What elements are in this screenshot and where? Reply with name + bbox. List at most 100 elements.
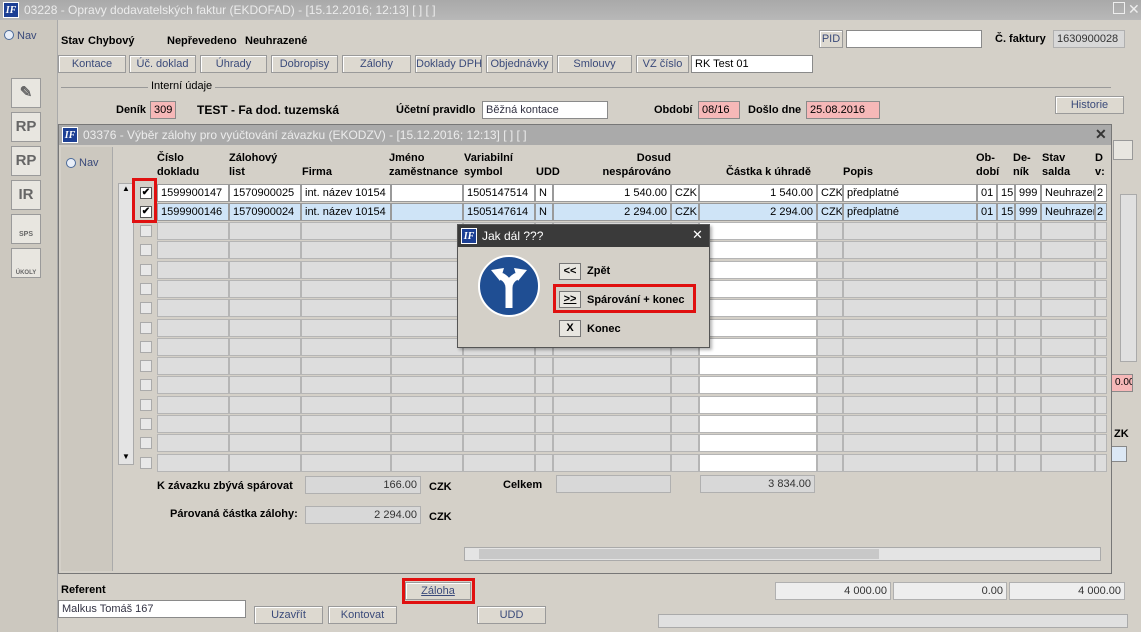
- empty-cell[interactable]: [817, 318, 843, 337]
- empty-cell[interactable]: [1015, 434, 1041, 453]
- empty-cell[interactable]: [1041, 260, 1095, 279]
- row-checkbox[interactable]: [140, 225, 152, 237]
- zalohy-button[interactable]: Zálohy: [342, 55, 411, 73]
- empty-cell[interactable]: [997, 376, 1015, 395]
- empty-cell[interactable]: [229, 260, 301, 279]
- empty-cell[interactable]: [391, 395, 463, 414]
- empty-cell[interactable]: [977, 318, 997, 337]
- cell-udd[interactable]: N: [535, 184, 553, 202]
- cell-cislo-dokladu[interactable]: 1599900146: [157, 203, 229, 221]
- empty-cell[interactable]: [1095, 434, 1107, 453]
- row-checkbox[interactable]: [140, 282, 152, 295]
- kontace-button[interactable]: Kontace: [58, 55, 126, 73]
- empty-cell[interactable]: [1041, 434, 1095, 453]
- empty-cell[interactable]: [157, 434, 229, 453]
- empty-cell[interactable]: [699, 453, 817, 472]
- empty-cell[interactable]: [157, 318, 229, 337]
- cell-stav-salda[interactable]: Neuhrazen: [1041, 184, 1095, 202]
- scroll-down-icon[interactable]: ▼: [119, 452, 133, 464]
- empty-cell[interactable]: [1015, 337, 1041, 356]
- uzavrit-button[interactable]: Uzavřít: [254, 606, 323, 624]
- bottom-scrollbar[interactable]: [658, 614, 1128, 628]
- empty-cell[interactable]: [553, 357, 671, 376]
- empty-cell[interactable]: [1041, 337, 1095, 356]
- empty-cell[interactable]: [671, 415, 699, 433]
- row-checkbox[interactable]: [140, 340, 152, 353]
- cell-mena[interactable]: CZK: [671, 184, 699, 202]
- empty-cell[interactable]: [157, 279, 229, 298]
- empty-cell[interactable]: [699, 299, 817, 318]
- cell-denik[interactable]: 999: [1015, 203, 1041, 221]
- empty-cell[interactable]: [997, 241, 1015, 260]
- empty-cell[interactable]: [671, 395, 699, 414]
- empty-cell[interactable]: [1015, 318, 1041, 337]
- empty-cell[interactable]: [699, 415, 817, 433]
- empty-cell[interactable]: [997, 357, 1015, 376]
- empty-cell[interactable]: [843, 395, 977, 414]
- empty-cell[interactable]: [301, 241, 391, 260]
- empty-cell[interactable]: [671, 453, 699, 472]
- empty-cell[interactable]: [1015, 241, 1041, 260]
- empty-cell[interactable]: [1015, 279, 1041, 298]
- empty-cell[interactable]: [463, 357, 535, 376]
- pen-icon[interactable]: ✎: [11, 78, 41, 108]
- empty-cell[interactable]: [843, 453, 977, 472]
- empty-cell[interactable]: [553, 395, 671, 414]
- empty-cell[interactable]: [843, 299, 977, 318]
- zpet-button[interactable]: <<: [559, 263, 581, 280]
- denik-field[interactable]: 309: [150, 101, 176, 119]
- empty-cell[interactable]: [1015, 376, 1041, 395]
- empty-cell[interactable]: [817, 279, 843, 298]
- empty-cell[interactable]: [229, 318, 301, 337]
- empty-cell[interactable]: [1015, 357, 1041, 376]
- objednavky-button[interactable]: Objednávky: [486, 55, 553, 73]
- empty-cell[interactable]: [1015, 299, 1041, 318]
- empty-cell[interactable]: [817, 222, 843, 240]
- empty-cell[interactable]: [699, 357, 817, 376]
- right-edge-dropdown[interactable]: [1113, 140, 1133, 160]
- empty-cell[interactable]: [1041, 376, 1095, 395]
- ukoly-icon[interactable]: ÚKOLY: [11, 248, 41, 278]
- empty-cell[interactable]: [535, 453, 553, 472]
- empty-cell[interactable]: [977, 434, 997, 453]
- empty-cell[interactable]: [977, 453, 997, 472]
- empty-cell[interactable]: [535, 415, 553, 433]
- empty-cell[interactable]: [699, 376, 817, 395]
- right-edge-scrollbar[interactable]: [1120, 194, 1137, 362]
- empty-cell[interactable]: [1095, 279, 1107, 298]
- horizontal-scroll-thumb[interactable]: [479, 549, 879, 559]
- empty-cell[interactable]: [553, 376, 671, 395]
- empty-cell[interactable]: [997, 222, 1015, 240]
- empty-cell[interactable]: [1095, 241, 1107, 260]
- empty-cell[interactable]: [301, 434, 391, 453]
- empty-cell[interactable]: [301, 395, 391, 414]
- empty-cell[interactable]: [671, 376, 699, 395]
- empty-cell[interactable]: [1095, 357, 1107, 376]
- empty-cell[interactable]: [301, 357, 391, 376]
- empty-cell[interactable]: [229, 279, 301, 298]
- cell-cislo-dokladu[interactable]: 1599900147: [157, 184, 229, 202]
- cell-variabilni-symbol[interactable]: 1505147614: [463, 203, 535, 221]
- empty-cell[interactable]: [997, 260, 1015, 279]
- doslo-dne-field[interactable]: 25.08.2016: [806, 101, 880, 119]
- empty-cell[interactable]: [699, 279, 817, 298]
- empty-cell[interactable]: [391, 260, 463, 279]
- restore-icon[interactable]: [1113, 2, 1125, 14]
- vz-cislo-button[interactable]: VZ číslo: [636, 55, 689, 73]
- smlouvy-button[interactable]: Smlouvy: [557, 55, 632, 73]
- row-checkbox[interactable]: [140, 263, 152, 276]
- empty-cell[interactable]: [997, 453, 1015, 472]
- empty-cell[interactable]: [1095, 318, 1107, 337]
- empty-cell[interactable]: [229, 241, 301, 260]
- empty-cell[interactable]: [843, 357, 977, 376]
- empty-cell[interactable]: [301, 453, 391, 472]
- row-checkbox[interactable]: [140, 321, 152, 334]
- empty-cell[interactable]: [1041, 415, 1095, 433]
- empty-cell[interactable]: [1095, 453, 1107, 472]
- row-checkbox[interactable]: [140, 360, 152, 373]
- empty-cell[interactable]: [391, 241, 463, 260]
- empty-cell[interactable]: [553, 453, 671, 472]
- dobropisy-button[interactable]: Dobropisy: [271, 55, 338, 73]
- empty-cell[interactable]: [1095, 415, 1107, 433]
- empty-cell[interactable]: [391, 357, 463, 376]
